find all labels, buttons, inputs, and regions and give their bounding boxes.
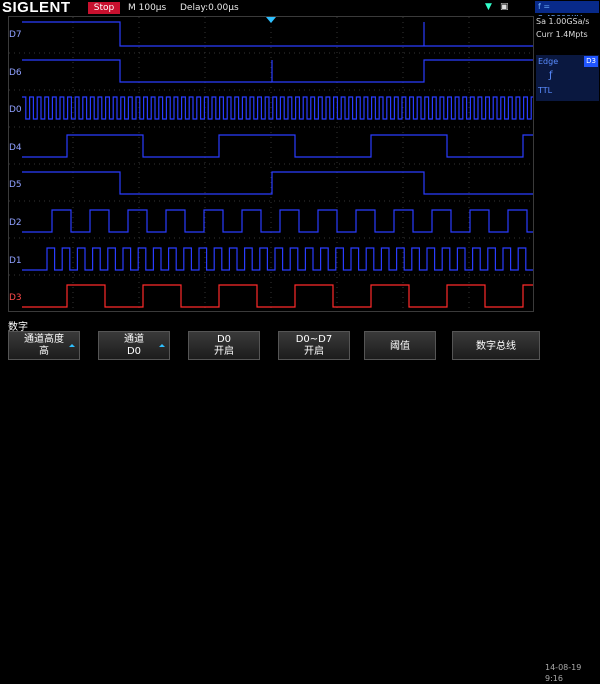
softkey-digital-bus[interactable]: 数字总线 — [452, 331, 540, 360]
softkey-label: D0~D7 — [295, 334, 333, 345]
channel-label-d7: D7 — [9, 30, 22, 40]
trace-d4 — [22, 134, 533, 158]
knob-arrow-icon — [159, 344, 165, 347]
softkey-bar: 通道高度 高 通道 D0 D0 开启 D0~D7 开启 阈值 数字总线 14-0… — [0, 331, 600, 683]
softkey-d0-d7-enable[interactable]: D0~D7 开启 — [278, 331, 350, 360]
channel-label-d4: D4 — [9, 143, 22, 153]
softkey-label: 数字总线 — [476, 341, 516, 352]
softkey-label: 阈值 — [390, 341, 410, 352]
trace-d5 — [22, 171, 533, 195]
memory-depth: Curr 1.4Mpts — [536, 30, 588, 39]
sample-rate: Sa 1.00GSa/s — [536, 17, 590, 26]
rising-edge-icon: ƒ — [549, 70, 553, 81]
knob-arrow-icon — [69, 344, 75, 347]
channel-label-d1: D1 — [9, 256, 22, 266]
softkey-channel-select[interactable]: 通道 D0 — [98, 331, 170, 360]
trace-d7 — [22, 21, 533, 47]
display-grid — [9, 17, 533, 311]
trace-d1 — [22, 247, 533, 271]
trigger-source-badge: D3 — [584, 56, 598, 67]
trace-d2 — [22, 209, 533, 233]
datetime: 14-08-19 9:16 — [545, 662, 581, 684]
time-readout: 9:16 — [545, 674, 563, 683]
softkey-value: D0 — [126, 346, 142, 357]
trace-d6 — [22, 59, 533, 83]
softkey-value: 开启 — [304, 346, 324, 357]
softkey-label: D0 — [216, 334, 232, 345]
channel-label-d6: D6 — [9, 68, 22, 78]
softkey-value: 高 — [39, 346, 49, 357]
softkey-d0-enable[interactable]: D0 开启 — [188, 331, 260, 360]
trace-d3 — [22, 284, 533, 308]
channel-label-d5: D5 — [9, 180, 22, 190]
trigger-position-marker — [266, 17, 276, 23]
softkey-threshold[interactable]: 阈值 — [364, 331, 436, 360]
channel-label-d2: D2 — [9, 218, 22, 228]
channel-label-d0: D0 — [9, 105, 22, 115]
trigger-level: TTL — [538, 86, 553, 95]
channel-label-d3: D3 — [9, 293, 22, 303]
trace-d0 — [22, 96, 533, 120]
waveform-traces — [9, 17, 533, 311]
trigger-type: Edge — [538, 57, 559, 66]
date-readout: 14-08-19 — [545, 663, 582, 672]
softkey-value: 开启 — [214, 346, 234, 357]
softkey-channel-height[interactable]: 通道高度 高 — [8, 331, 80, 360]
